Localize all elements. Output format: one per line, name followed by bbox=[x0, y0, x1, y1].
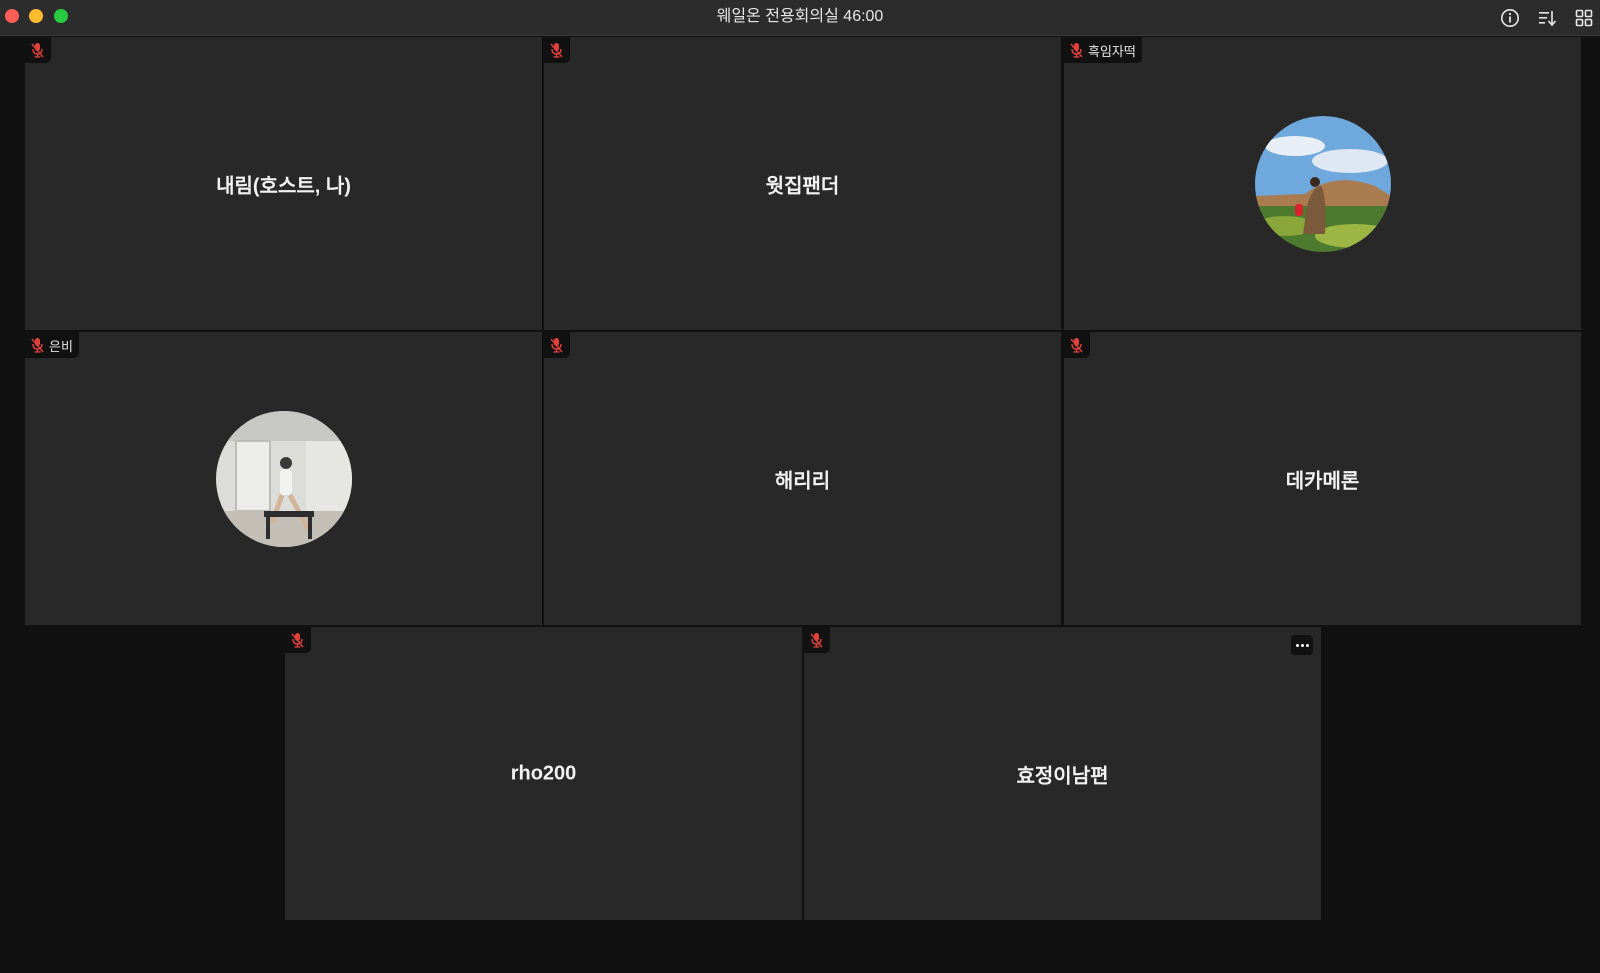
muted-mic-icon bbox=[550, 43, 563, 58]
mute-badge bbox=[285, 627, 311, 653]
mute-badge bbox=[25, 37, 51, 63]
sort-list-icon[interactable] bbox=[1536, 7, 1558, 29]
window-titlebar: 웨일온 전용회의실 46:00 bbox=[0, 0, 1600, 36]
landscape-photo-avatar bbox=[1254, 115, 1391, 252]
participant-tile[interactable]: 은비 bbox=[25, 332, 542, 625]
muted-mic-icon bbox=[31, 338, 44, 353]
muted-mic-icon bbox=[291, 633, 304, 648]
participant-name: 내림(호스트, 나) bbox=[216, 175, 351, 197]
participant-name: 데카메론 bbox=[1285, 470, 1360, 492]
participant-tile[interactable]: 웟집팬더 bbox=[544, 37, 1061, 330]
participant-tile[interactable]: 데카메론 bbox=[1064, 332, 1581, 625]
more-options-icon[interactable] bbox=[1291, 635, 1313, 655]
participant-tile[interactable]: rho200 bbox=[285, 627, 802, 920]
participant-badge-name: 은비 bbox=[49, 338, 73, 354]
indoor-photo-avatar bbox=[215, 410, 352, 547]
muted-mic-icon bbox=[810, 633, 823, 648]
grid-layout-icon[interactable] bbox=[1573, 7, 1595, 29]
participant-name: 해리리 bbox=[774, 470, 831, 492]
participant-name: 효정이남편 bbox=[1016, 765, 1109, 787]
participant-tile[interactable]: 효정이남편 bbox=[804, 627, 1321, 920]
mute-badge: 은비 bbox=[25, 332, 79, 358]
mute-badge bbox=[544, 332, 570, 358]
muted-mic-icon bbox=[1070, 338, 1083, 353]
mute-badge bbox=[1064, 332, 1090, 358]
muted-mic-icon bbox=[1070, 43, 1083, 58]
muted-mic-icon bbox=[550, 338, 563, 353]
mute-badge: 흑임자떡 bbox=[1064, 37, 1142, 63]
info-icon[interactable] bbox=[1499, 7, 1521, 29]
mute-badge bbox=[804, 627, 830, 653]
participant-badge-name: 흑임자떡 bbox=[1088, 43, 1136, 59]
participant-tile[interactable]: 내림(호스트, 나) bbox=[25, 37, 542, 330]
participant-name: 웟집팬더 bbox=[765, 175, 840, 197]
participant-name: rho200 bbox=[510, 762, 577, 784]
participant-tile[interactable]: 해리리 bbox=[544, 332, 1061, 625]
window-title: 웨일온 전용회의실 46:00 bbox=[716, 8, 884, 25]
mute-badge bbox=[544, 37, 570, 63]
muted-mic-icon bbox=[31, 43, 44, 58]
participant-tile[interactable]: 흑임자떡 bbox=[1064, 37, 1581, 330]
